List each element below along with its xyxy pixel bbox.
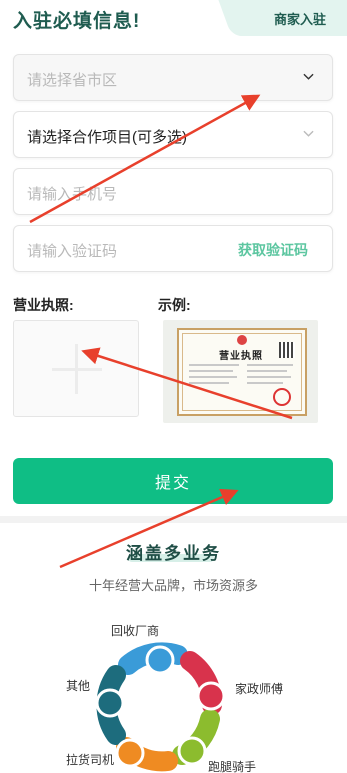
business-section: 涵盖多业务 十年经营大品牌，市场资源多 回收厂商 家政师傅 跑腿骑手 拉货司机 … bbox=[0, 523, 347, 773]
region-placeholder: 请选择省市区 bbox=[27, 72, 118, 89]
chevron-down-icon bbox=[303, 73, 314, 80]
license-upload-label: 营业执照: bbox=[13, 297, 74, 313]
project-select[interactable]: 请选择合作项目(可多选) bbox=[13, 111, 333, 158]
form-card: 请选择省市区 请选择合作项目(可多选) 请输入手机号 请输入验证码 获取验证码 bbox=[0, 36, 347, 516]
node-errand bbox=[177, 736, 207, 766]
chevron-down-icon bbox=[303, 130, 314, 137]
code-placeholder: 请输入验证码 bbox=[27, 243, 118, 260]
merchant-entry-tab[interactable]: 商家入驻 bbox=[239, 0, 347, 36]
node-freight bbox=[115, 738, 145, 768]
plus-icon-vertical bbox=[75, 344, 78, 394]
business-subtitle: 十年经营大品牌，市场资源多 bbox=[88, 578, 258, 593]
page-header: 入驻必填信息! 商家入驻 bbox=[0, 0, 347, 36]
business-circle-graphic bbox=[95, 642, 226, 772]
license-frame: 营业执照 bbox=[177, 328, 307, 416]
national-emblem-icon bbox=[237, 335, 247, 345]
red-seal-icon bbox=[273, 388, 291, 406]
license-example-title: 营业执照 bbox=[219, 351, 263, 362]
node-housekeeping bbox=[196, 681, 226, 711]
verification-code-input[interactable]: 请输入验证码 获取验证码 bbox=[13, 225, 333, 272]
node-recycler bbox=[145, 645, 175, 675]
license-upload-box[interactable] bbox=[13, 320, 139, 417]
business-title: 涵盖多业务 bbox=[126, 544, 221, 563]
get-code-button[interactable]: 获取验证码 bbox=[238, 240, 308, 260]
example-label: 示例: bbox=[158, 297, 191, 313]
project-select-value: 请选择合作项目(可多选) bbox=[27, 129, 187, 146]
phone-placeholder: 请输入手机号 bbox=[27, 186, 118, 203]
submit-button[interactable]: 提交 bbox=[13, 458, 333, 504]
page-title: 入驻必填信息! bbox=[13, 11, 141, 32]
region-select[interactable]: 请选择省市区 bbox=[13, 54, 333, 101]
license-example-image: 营业执照 bbox=[163, 320, 318, 423]
phone-input[interactable]: 请输入手机号 bbox=[13, 168, 333, 215]
qr-code-icon bbox=[279, 342, 295, 358]
category-housekeeping: 家政师傅 bbox=[235, 682, 284, 696]
node-other bbox=[95, 688, 125, 718]
